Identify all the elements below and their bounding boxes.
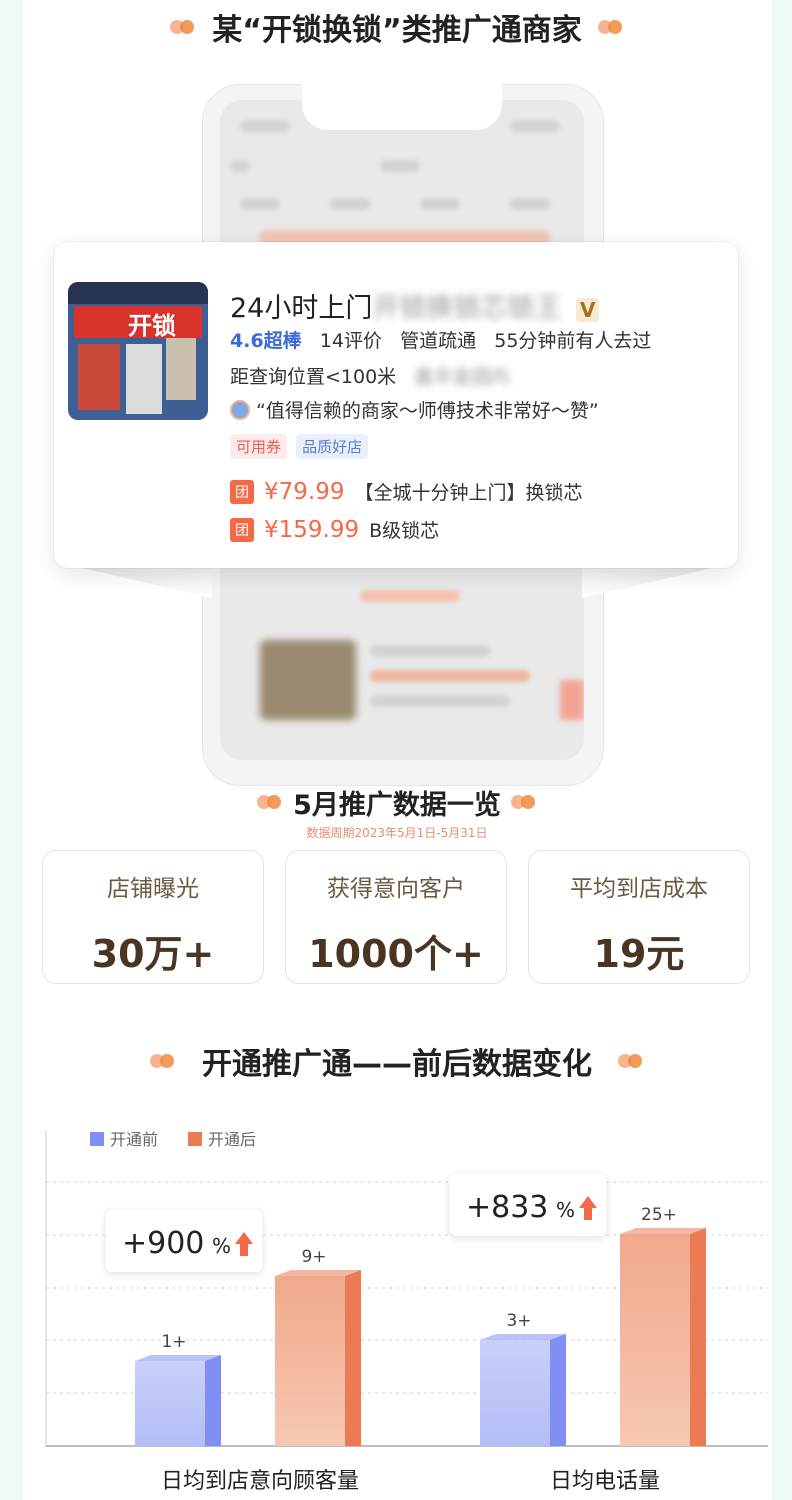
review-row: “值得信赖的商家～师傅技术非常好～赞”: [230, 396, 599, 423]
category-label: 日均到店意向顾客量: [161, 1469, 359, 1494]
increase-value: +900: [122, 1226, 204, 1261]
area-blurred: 鑫丰金园内: [414, 366, 510, 388]
stat-value: 30万+: [91, 932, 215, 976]
distance: 距查询位置<100米: [230, 366, 397, 388]
stat-label: 平均到店成本: [570, 876, 708, 902]
summary-subtitle: 数据周期2023年5月1日-5月31日: [306, 826, 488, 840]
stat-label: 获得意向客户: [327, 876, 465, 902]
category: 管道疏通: [400, 330, 477, 352]
deal-price: ¥79.99: [264, 478, 345, 505]
bar-value-label: 9+: [301, 1247, 326, 1267]
bar-side: [550, 1334, 566, 1446]
coin-icon: [170, 19, 196, 35]
coin-icon: [257, 794, 283, 810]
store-sign: 开锁: [128, 312, 176, 340]
increase-percent: %: [212, 1234, 231, 1258]
coin-icon: [597, 19, 624, 35]
location-row: 距查询位置<100米 鑫丰金园内: [230, 362, 509, 389]
group-deal-icon: 团: [230, 479, 254, 504]
card-shadow-right: [582, 568, 712, 598]
stat-card-customers: 获得意向客户 1000个+: [285, 850, 507, 984]
review-count[interactable]: 14评价: [320, 330, 382, 352]
store-photo: 开锁: [68, 282, 208, 420]
bar: [135, 1361, 205, 1446]
coin-icon: [618, 1053, 644, 1069]
rating: 4.6超棒: [230, 330, 302, 352]
recent-visit: 55分钟前有人去过: [494, 330, 652, 352]
stat-label: 店铺曝光: [107, 876, 199, 902]
coin-icon: [150, 1053, 176, 1069]
page: 某“开锁换锁”类推广通商家 开锁 24小时上门开锁换锁芯锁王 V 4.6超棒 1…: [22, 0, 772, 1500]
merchant-meta: 4.6超棒 14评价 管道疏通 55分钟前有人去过: [230, 326, 651, 353]
summary-header: 5月推广数据一览: [22, 780, 772, 824]
coupon-tag: 可用券: [230, 434, 288, 459]
merchant-title: 24小时上门开锁换锁芯锁王 V: [230, 286, 600, 325]
bar-side: [345, 1270, 361, 1446]
bar-side: [205, 1355, 221, 1446]
deal-desc: 【全城十分钟上门】换锁芯: [354, 482, 583, 504]
stat-value: 19元: [593, 932, 685, 976]
deal-price: ¥159.99: [264, 516, 360, 543]
stat-card-cost: 平均到店成本 19元: [528, 850, 750, 984]
category-label: 日均电话量: [550, 1469, 660, 1494]
user-avatar-icon: [230, 399, 250, 420]
tag-row: 可用券 品质好店: [230, 434, 369, 459]
increase-value: +833: [466, 1190, 548, 1225]
change-title: 开通推广通——前后数据变化: [202, 1047, 592, 1082]
bar-value-label: 1+: [161, 1332, 186, 1352]
header: 某“开锁换锁”类推广通商家: [22, 2, 772, 52]
legend-swatch-after: [188, 1132, 202, 1146]
verified-badge: V: [575, 298, 600, 322]
stat-value: 1000个+: [308, 932, 484, 976]
bar-value-label: 25+: [641, 1205, 677, 1225]
legend-label-before: 开通前: [110, 1130, 158, 1149]
deal-desc: B级锁芯: [369, 520, 440, 542]
card-shadow-left: [82, 568, 212, 598]
stat-card-exposure: 店铺曝光 30万+: [42, 850, 264, 984]
bar: [275, 1276, 345, 1446]
quality-tag: 品质好店: [296, 434, 369, 459]
increase-percent: %: [556, 1198, 575, 1222]
deal-row[interactable]: 团 ¥159.99 B级锁芯: [230, 516, 439, 543]
group-deal-icon: 团: [230, 517, 254, 542]
header-title: 某“开锁换锁”类推广通商家: [212, 13, 582, 48]
bar: [480, 1340, 550, 1446]
bar-side: [690, 1228, 706, 1446]
review-quote: “值得信赖的商家～师傅技术非常好～赞”: [256, 400, 599, 422]
change-header: 开通推广通——前后数据变化: [22, 1036, 772, 1086]
merchant-name-blurred: 开锁换锁芯锁王: [372, 293, 562, 324]
coin-icon: [510, 794, 537, 810]
deal-row[interactable]: 团 ¥79.99 【全城十分钟上门】换锁芯: [230, 478, 583, 505]
bar: [620, 1234, 690, 1446]
bar-chart: 开通前 开通后 1+ 9+ 日均到店意向顾客量 3+ 25+ 日均电话量 +900 % +833%: [45, 1130, 768, 1494]
summary-title: 5月推广数据一览: [293, 789, 501, 821]
bar-value-label: 3+: [506, 1311, 531, 1331]
legend-label-after: 开通后: [208, 1130, 256, 1149]
legend-swatch-before: [90, 1132, 104, 1146]
merchant-name: 24小时上门: [230, 293, 373, 324]
phone-notch: [302, 84, 502, 130]
